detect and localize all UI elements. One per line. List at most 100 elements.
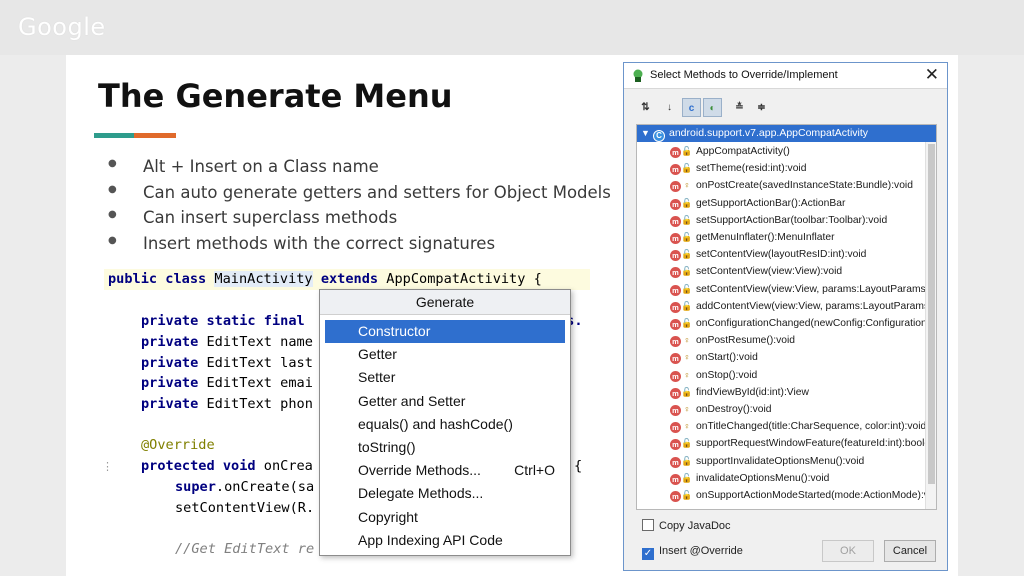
class-icon: C	[653, 130, 665, 142]
method-row[interactable]: m ♀ onPostCreate(savedInstanceState:Bundle…	[670, 177, 913, 194]
method-icon: m	[670, 439, 681, 451]
method-row[interactable]: m 🔓 AppCompatActivity()	[670, 143, 790, 160]
method-icon: m	[670, 301, 681, 313]
method-icon: m	[670, 405, 681, 416]
show-interfaces-icon[interactable]: ◐	[703, 98, 722, 117]
ok-button[interactable]: OK	[822, 540, 874, 562]
method-name: onSupportActionModeStarted(mode:ActionMo…	[696, 490, 929, 501]
bullet-item: Insert methods with the correct signatur…	[108, 234, 611, 260]
bullet-list: Alt + Insert on a Class name Can auto ge…	[108, 157, 611, 259]
insert-override-checkbox[interactable]: ✓ Insert @Override	[642, 544, 743, 560]
public-access-icon: 🔓	[681, 146, 693, 156]
method-row[interactable]: m 🔓 onConfigurationChanged(newConfig:Confi…	[670, 315, 927, 332]
bullet-item: Alt + Insert on a Class name	[108, 157, 611, 183]
public-access-icon: 🔓	[681, 490, 693, 500]
menu-shortcut: Ctrl+O	[514, 462, 555, 479]
protected-access-icon: ♀	[683, 404, 691, 414]
protected-access-icon: ♀	[683, 180, 691, 191]
method-row[interactable]: m 🔓 setContentView(view:View):void	[670, 263, 842, 280]
method-icon: m	[670, 198, 681, 210]
method-row[interactable]: m 🔓 setContentView(layoutResID:int):void	[670, 246, 866, 263]
public-access-icon: 🔓	[681, 455, 693, 466]
protected-access-icon: ♀	[683, 335, 691, 346]
collapse-all-icon[interactable]: ≑	[752, 98, 771, 117]
menu-item-constructor[interactable]: Constructor	[325, 320, 565, 344]
cancel-button[interactable]: Cancel	[884, 540, 936, 562]
tree-root-class[interactable]: ▼ Candroid.support.v7.app.AppCompatActivi…	[637, 125, 936, 142]
method-name: addContentView(view:View, params:LayoutP…	[696, 300, 936, 312]
method-name: onConfigurationChanged(newConfig:Configu…	[696, 318, 927, 329]
expand-triangle-icon[interactable]: ▼	[641, 125, 653, 142]
code-line: private EditText phon	[141, 396, 313, 412]
menu-item-setter[interactable]: Setter	[325, 366, 565, 389]
method-row[interactable]: m ♀ onStart():void	[670, 349, 758, 366]
method-icon: m	[670, 336, 681, 348]
code-line: public class MainActivity extends AppCom…	[108, 271, 542, 287]
bullet-item: Can insert superclass methods	[108, 208, 611, 234]
method-name: getMenuInflater():MenuInflater	[696, 232, 835, 243]
method-icon: m	[670, 353, 681, 365]
method-name: supportInvalidateOptionsMenu():void	[696, 455, 865, 467]
method-name: findViewById(id:int):View	[696, 386, 809, 398]
method-row[interactable]: m 🔓 getMenuInflater():MenuInflater	[670, 229, 835, 246]
method-name: invalidateOptionsMenu():void	[696, 472, 830, 484]
method-row[interactable]: m 🔓 onSupportActionModeStarted(mode:Action…	[670, 487, 929, 504]
method-row[interactable]: m 🔓 findViewById(id:int):View	[670, 384, 809, 401]
method-row[interactable]: m 🔓 setSupportActionBar(toolbar:Toolbar):v…	[670, 212, 887, 229]
copy-javadoc-checkbox[interactable]: Copy JavaDoc	[642, 519, 731, 535]
method-icon: m	[670, 233, 681, 244]
code-line: setContentView(R.	[175, 500, 315, 516]
sort-alpha-icon[interactable]: ⇅	[636, 98, 655, 117]
method-row[interactable]: m 🔓 setContentView(view:View, params:Layou…	[670, 281, 936, 298]
public-access-icon: 🔓	[681, 163, 693, 174]
scrollbar-thumb[interactable]	[928, 144, 935, 484]
method-row[interactable]: m 🔓 invalidateOptionsMenu():void	[670, 470, 829, 487]
sort-visibility-icon[interactable]: ↓	[660, 98, 679, 117]
dialog-titlebar: Select Methods to Override/Implement ✕	[624, 63, 947, 89]
public-access-icon: 🔓	[681, 386, 693, 397]
method-row[interactable]: m 🔓 addContentView(view:View, params:Layou…	[670, 298, 935, 315]
tree-scrollbar[interactable]	[925, 142, 936, 509]
method-row[interactable]: m ♀ onPostResume():void	[670, 332, 795, 349]
code-line: private EditText name	[141, 334, 313, 350]
method-name: getSupportActionBar():ActionBar	[696, 197, 846, 209]
method-row[interactable]: m 🔓 supportRequestWindowFeature(featureId:…	[670, 435, 930, 452]
method-name: AppCompatActivity()	[696, 146, 790, 157]
method-name: onStart():void	[696, 352, 758, 364]
protected-access-icon: ♀	[683, 352, 691, 363]
menu-item-override-methods[interactable]: Override Methods... Ctrl+O	[325, 459, 565, 482]
dialog-title: Select Methods to Override/Implement	[650, 69, 838, 81]
override-methods-dialog: Select Methods to Override/Implement ✕ ⇅…	[623, 62, 948, 571]
show-classes-icon[interactable]: c	[682, 98, 701, 117]
google-logo: Google	[18, 13, 106, 41]
method-row[interactable]: m ♀ onStop():void	[670, 367, 757, 384]
menu-item-tostring[interactable]: toString()	[325, 436, 565, 459]
checkbox-box[interactable]	[642, 519, 654, 531]
method-row[interactable]: m ♀ onTitleChanged(title:CharSequence, col…	[670, 418, 926, 435]
public-access-icon: 🔓	[681, 300, 693, 311]
menu-item-delegate-methods[interactable]: Delegate Methods...	[325, 482, 565, 505]
android-studio-icon	[633, 69, 643, 82]
method-icon: m	[670, 473, 681, 485]
methods-tree[interactable]: ▼ Candroid.support.v7.app.AppCompatActivi…	[636, 124, 937, 510]
method-name: onStop():void	[696, 369, 758, 381]
code-line: @Override	[141, 437, 215, 453]
method-row[interactable]: m 🔓 setTheme(resid:int):void	[670, 160, 806, 177]
checkbox-box[interactable]: ✓	[642, 548, 654, 560]
menu-item-getter-and-setter[interactable]: Getter and Setter	[325, 390, 565, 413]
method-row[interactable]: m ♀ onDestroy():void	[670, 401, 772, 418]
method-name: setTheme(resid:int):void	[696, 163, 807, 175]
code-comment: //Get EditText re	[175, 541, 315, 557]
close-icon[interactable]: ✕	[925, 65, 939, 85]
fold-marker-icon[interactable]: ⋮	[102, 460, 113, 473]
menu-item-getter[interactable]: Getter	[325, 343, 565, 366]
public-access-icon: 🔓	[681, 266, 693, 277]
method-row[interactable]: m 🔓 getSupportActionBar():ActionBar	[670, 195, 845, 212]
menu-item-copyright[interactable]: Copyright	[325, 506, 565, 529]
page-title: The Generate Menu	[98, 77, 453, 115]
code-line-tail: {	[574, 458, 583, 474]
menu-item-equals-hashcode[interactable]: equals() and hashCode()	[325, 413, 565, 436]
menu-item-app-indexing[interactable]: App Indexing API Code	[325, 529, 565, 552]
method-row[interactable]: m 🔓 supportInvalidateOptionsMenu():void	[670, 453, 864, 470]
expand-all-icon[interactable]: ≛	[730, 98, 749, 117]
